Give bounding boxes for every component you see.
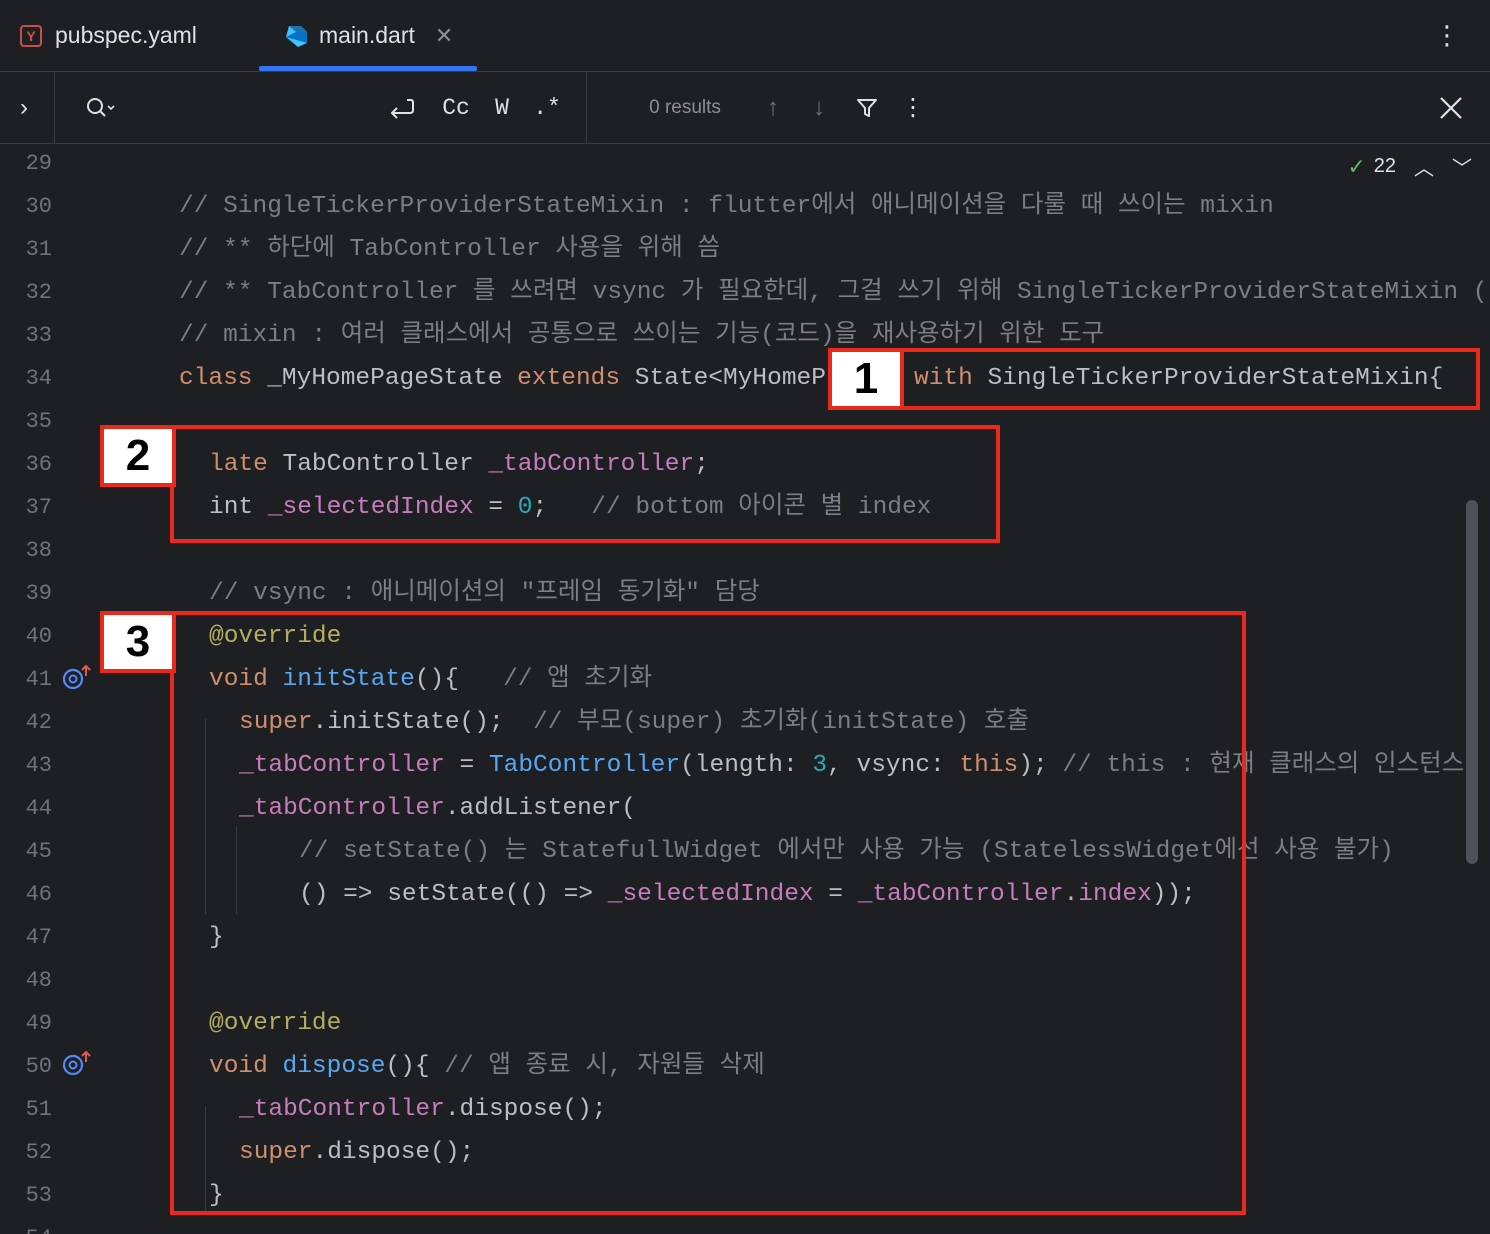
- search-icon: [87, 97, 115, 117]
- annotation-badge-2: 2: [100, 425, 176, 487]
- highlight-box-2: [170, 425, 1000, 543]
- close-icon: [1440, 96, 1462, 119]
- annotation-badge-3: 3: [100, 611, 176, 673]
- find-bar: › Cc W .* 0 results ↑ ↓ ⋮: [0, 72, 1490, 144]
- yaml-file-icon: Y: [20, 24, 42, 47]
- code-line-32: // ** TabController 를 쓰려면 vsync 가 필요한데, …: [179, 279, 1488, 306]
- divider: [54, 72, 55, 143]
- code-line-39: // vsync : 애니메이션의 "프레임 동기화" 담당: [209, 580, 760, 607]
- tab-pubspec-yaml[interactable]: Y pubspec.yaml: [20, 0, 197, 71]
- whole-words-toggle[interactable]: W: [484, 72, 520, 143]
- search-history-icon[interactable]: [80, 72, 120, 143]
- tab-label: main.dart: [319, 22, 415, 48]
- results-count: 0 results: [649, 96, 721, 118]
- divider: [586, 72, 587, 143]
- code-line-30: // SingleTickerProviderStateMixin : flut…: [179, 193, 1274, 220]
- previous-occurrence-icon[interactable]: ↑: [758, 72, 788, 143]
- next-occurrence-icon[interactable]: ↓: [804, 72, 834, 143]
- find-more-options-icon[interactable]: ⋮: [898, 72, 928, 143]
- tab-label: pubspec.yaml: [55, 22, 197, 48]
- more-options-icon[interactable]: ⋮: [1434, 18, 1460, 52]
- code-line-34: class _MyHomePageState extends State<MyH…: [179, 357, 826, 400]
- close-find-bar-icon[interactable]: [1434, 72, 1468, 143]
- class-name: _MyHomePageState: [252, 365, 518, 392]
- enter-icon: [390, 98, 414, 119]
- tab-main-dart[interactable]: main.dart ✕: [259, 0, 477, 71]
- filter-icon[interactable]: [852, 72, 882, 143]
- funnel-icon: [857, 98, 877, 117]
- expand-replace-chevron-icon[interactable]: ›: [10, 72, 38, 143]
- regex-toggle[interactable]: .*: [530, 72, 564, 143]
- highlight-box-3: [170, 611, 1246, 1215]
- dart-file-icon: [286, 25, 307, 47]
- editor-tab-bar: Y pubspec.yaml main.dart ✕ ⋮: [0, 0, 1490, 72]
- active-tab-indicator: [259, 66, 477, 71]
- close-tab-icon[interactable]: ✕: [435, 23, 453, 49]
- match-case-toggle[interactable]: Cc: [436, 72, 476, 143]
- code-line-31: // ** 하단에 TabController 사용을 위해 씀: [179, 236, 721, 263]
- new-line-icon[interactable]: [384, 72, 418, 143]
- superclass: State<MyHomeP: [620, 365, 826, 392]
- highlight-box-1: [900, 348, 1480, 410]
- annotation-badge-1: 1: [828, 348, 904, 410]
- keyword: class: [179, 365, 253, 392]
- vertical-scrollbar[interactable]: [1466, 500, 1478, 864]
- keyword: extends: [517, 365, 621, 392]
